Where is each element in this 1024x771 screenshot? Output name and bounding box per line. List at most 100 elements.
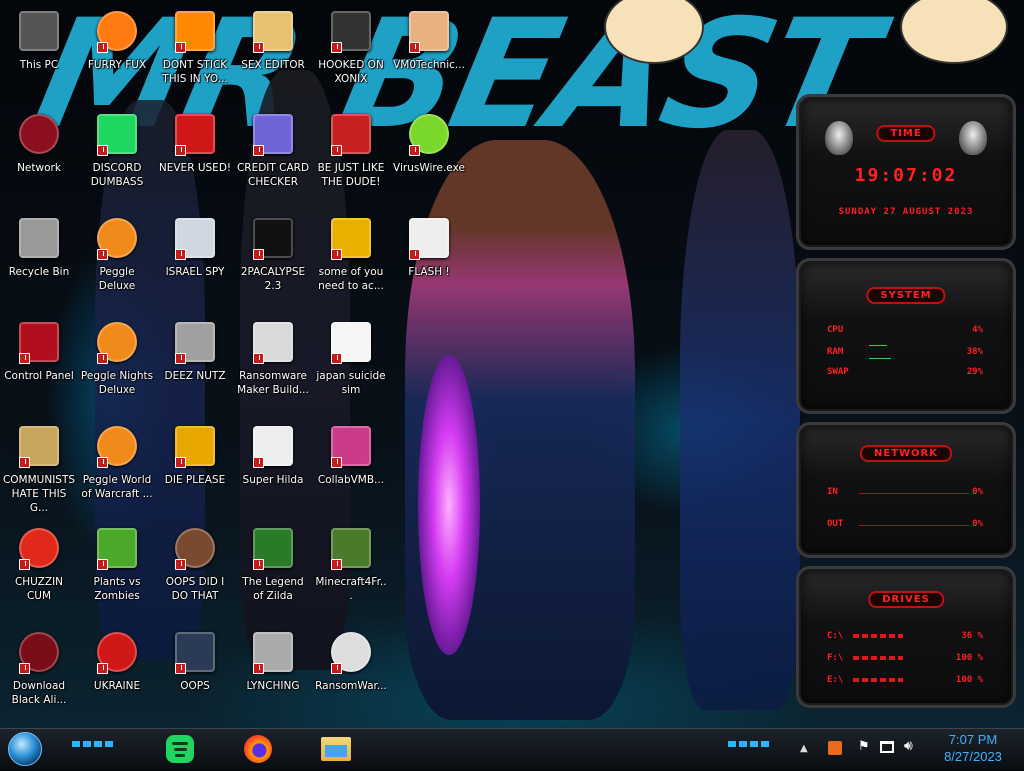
peggle-icon	[93, 214, 141, 262]
desktop-icon-label: ISRAEL SPY	[165, 266, 225, 278]
vlc-cone-icon	[171, 7, 219, 55]
desktop-icon-label: FLASH !	[408, 266, 450, 278]
terminal-icon	[249, 214, 297, 262]
desktop-icon-label: Ransomware Maker Build...	[237, 370, 309, 396]
desktop-icon[interactable]: Peggle Nights Deluxe	[78, 316, 156, 416]
desktop-icon[interactable]: SEX EDITOR	[234, 5, 312, 105]
tray-app-icon[interactable]	[828, 741, 842, 755]
desktop-icon[interactable]: RansomWar...	[312, 626, 390, 726]
monitor-icon	[327, 422, 375, 470]
desktop-icon[interactable]: FLASH !	[390, 212, 468, 312]
desktop-icon-label: OOPS DID I DO THAT	[165, 576, 225, 602]
shortcut-badge-icon	[175, 559, 186, 570]
desktop-icon[interactable]: CREDIT CARD CHECKER	[234, 108, 312, 208]
lime-icon	[405, 110, 453, 158]
desktop-icon-label: CREDIT CARD CHECKER	[236, 162, 310, 188]
desktop-icon-label: This PC	[19, 59, 59, 71]
desktop-icon[interactable]: COMMUNISTS HATE THIS G...	[0, 420, 78, 520]
chuzzle-icon	[15, 524, 63, 572]
taskbar: ▲ ⚑ 🔊︎ 7:07 PM 8/27/2023	[0, 728, 1024, 769]
shortcut-badge-icon	[409, 145, 420, 156]
system-row-ram: RAM 38%	[827, 347, 983, 357]
network-in-value: 0%	[972, 487, 983, 497]
desktop-icon-label: DIE PLEASE	[164, 474, 226, 486]
desktop-icon[interactable]: UKRAINE	[78, 626, 156, 726]
desktop-icon[interactable]: Plants vs Zombies	[78, 522, 156, 622]
desktop-icon[interactable]: CollabVMB...	[312, 420, 390, 520]
desktop-icon-label: Control Panel	[4, 370, 74, 382]
desktop-icon[interactable]: Control Panel	[0, 316, 78, 416]
desktop-icon[interactable]: Ransomware Maker Build...	[234, 316, 312, 416]
drive-f-bar	[853, 656, 903, 660]
desktop-icon[interactable]: DISCORD DUMBASS	[78, 108, 156, 208]
desktop-icon[interactable]: BE JUST LIKE THE DUDE!	[312, 108, 390, 208]
cpu-label: CPU	[827, 325, 844, 335]
desktop[interactable]: MR BEAST This PC Network Recycle Bin Contro…	[0, 0, 1024, 728]
desktop-icon[interactable]: DONT STICK THIS IN YO...	[156, 5, 234, 105]
desktop-icon-label: OOPS	[180, 680, 210, 692]
desktop-icon[interactable]: Recycle Bin	[0, 212, 78, 312]
desktop-icon[interactable]: Peggle World of Warcraft ...	[78, 420, 156, 520]
desktop-icon-label: CollabVMB...	[317, 474, 385, 486]
time-widget-clock: 19:07:02	[854, 165, 958, 186]
desktop-icon[interactable]: NEVER USED!	[156, 108, 234, 208]
system-row-cpu: CPU 4%	[827, 325, 983, 335]
folder-app-icon	[171, 214, 219, 262]
taskbar-file-explorer-button[interactable]	[316, 731, 356, 767]
shortcut-badge-icon	[253, 249, 264, 260]
desktop-icon[interactable]: Minecraft4Fr...	[312, 522, 390, 622]
shortcut-badge-icon	[97, 663, 108, 674]
desktop-icon[interactable]: japan suicide sim	[312, 316, 390, 416]
desktop-icon[interactable]: DEEZ NUTZ	[156, 316, 234, 416]
taskbar-firefox-button[interactable]	[238, 731, 278, 767]
shortcut-badge-icon	[175, 42, 186, 53]
taskbar-spotify-button[interactable]	[160, 731, 200, 767]
desktop-icon[interactable]: Super Hilda	[234, 420, 312, 520]
drive-e-bar	[853, 678, 903, 682]
desktop-icon[interactable]: Download Black Ali...	[0, 626, 78, 726]
shortcut-badge-icon	[19, 457, 30, 468]
ram-value: 38%	[966, 347, 983, 357]
desktop-icon-label: VM0Technic...	[393, 59, 465, 71]
control-panel-icon	[15, 318, 63, 366]
desktop-icon-label: LYNCHING	[246, 680, 300, 692]
network-row-in: IN 0%	[827, 487, 983, 497]
wallpaper-portal	[418, 355, 480, 655]
desktop-icon[interactable]: DIE PLEASE	[156, 420, 234, 520]
desktop-icon[interactable]: some of you need to ac...	[312, 212, 390, 312]
desktop-icon[interactable]: The Legend of Zilda	[234, 522, 312, 622]
volume-icon[interactable]: 🔊︎	[904, 738, 913, 754]
desktop-icon[interactable]: OOPS DID I DO THAT	[156, 522, 234, 622]
desktop-icon[interactable]: 2PACALYPSE 2.3	[234, 212, 312, 312]
shortcut-badge-icon	[253, 457, 264, 468]
show-hidden-icons-button[interactable]: ▲	[800, 743, 812, 755]
desktop-icon-label: NEVER USED!	[158, 162, 232, 174]
network-tray-icon[interactable]	[880, 741, 894, 753]
desktop-icon[interactable]: OOPS	[156, 626, 234, 726]
desktop-icon[interactable]: VirusWire.exe	[390, 108, 468, 208]
desktop-icon[interactable]: FURRY FUX	[78, 5, 156, 105]
drive-e-value: 100 %	[955, 675, 983, 685]
shortcut-badge-icon	[97, 145, 108, 156]
taskbar-clock[interactable]: 7:07 PM 8/27/2023	[928, 729, 1018, 771]
ram-label: RAM	[827, 347, 844, 357]
start-button[interactable]	[6, 731, 44, 767]
shortcut-badge-icon	[19, 559, 30, 570]
desktop-icon[interactable]: LYNCHING	[234, 626, 312, 726]
hex-editor-icon	[249, 7, 297, 55]
network-row-out: OUT 0%	[827, 519, 983, 529]
desktop-icon[interactable]: VM0Technic...	[390, 5, 468, 105]
shortcut-badge-icon	[97, 353, 108, 364]
desktop-icon[interactable]: HOOKED ON XONIX	[312, 5, 390, 105]
desktop-icon[interactable]: This PC	[0, 5, 78, 105]
hamster-icon	[327, 214, 375, 262]
drives-widget: DRIVES C:\ 36 % F:\ 100 % E:\ 100 %	[796, 566, 1016, 708]
clock-date: 8/27/2023	[944, 749, 1002, 764]
action-center-flag-icon[interactable]: ⚑	[858, 739, 870, 754]
desktop-icon[interactable]: ISRAEL SPY	[156, 212, 234, 312]
desktop-icon-label: COMMUNISTS HATE THIS G...	[2, 474, 76, 514]
desktop-icon[interactable]: Network	[0, 108, 78, 208]
desktop-icon[interactable]: CHUZZIN CUM	[0, 522, 78, 622]
desktop-icon[interactable]: Peggle Deluxe	[78, 212, 156, 312]
desktop-icon-label: Peggle Nights Deluxe	[80, 370, 154, 396]
